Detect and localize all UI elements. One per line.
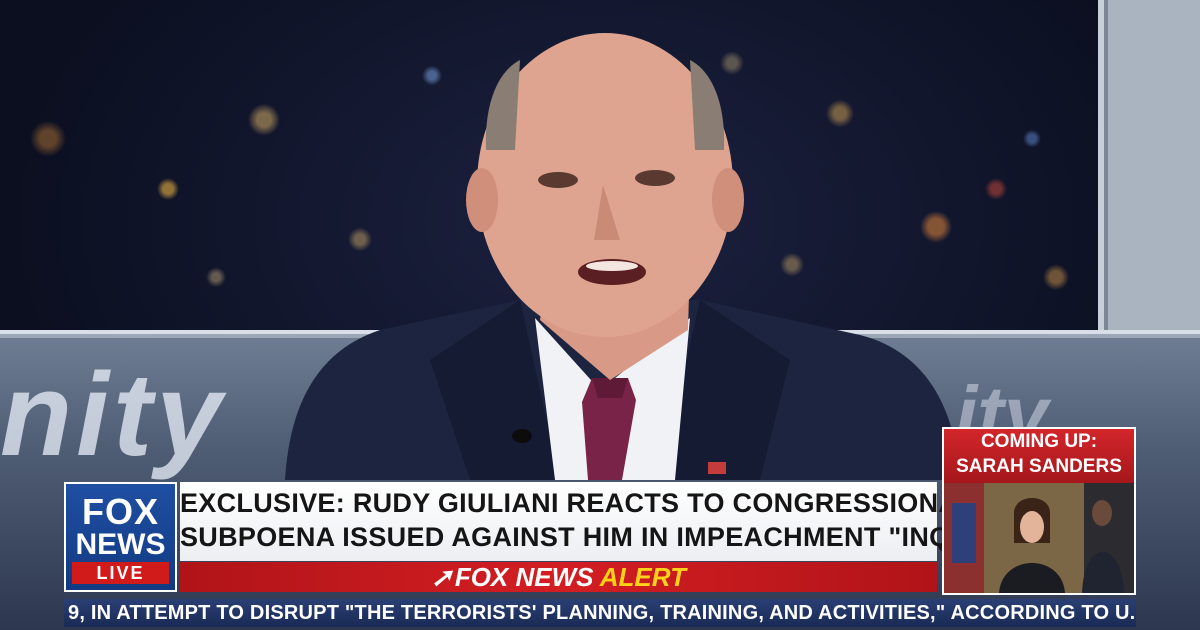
logo-live-badge: LIVE: [72, 562, 169, 584]
coming-up-label: COMING UP:: [980, 431, 1098, 452]
news-ticker: 9, IN ATTEMPT TO DISRUPT "THE TERRORISTS…: [64, 599, 1136, 627]
fox-news-alert-bar: ➚FOX NEWS ALERT: [180, 562, 937, 592]
alert-brand-text: FOX NEWS: [454, 562, 594, 592]
lower-third: FOX NEWS LIVE EXCLUSIVE: RUDY GIULIANI R…: [64, 482, 1029, 592]
logo-news-text: NEWS: [75, 528, 166, 561]
headline-line-2: SUBPOENA ISSUED AGAINST HIM IN IMPEACHME…: [180, 522, 1029, 552]
headline-box: EXCLUSIVE: RUDY GIULIANI REACTS TO CONGR…: [180, 482, 1029, 561]
coming-up-box: COMING UP: SARAH SANDERS: [942, 427, 1136, 595]
fox-news-live-logo: FOX NEWS LIVE: [64, 482, 177, 592]
headline-line-1: EXCLUSIVE: RUDY GIULIANI REACTS TO CONGR…: [180, 488, 975, 518]
logo-fox-text: FOX: [81, 491, 159, 532]
coming-up-title: COMING UP: SARAH SANDERS: [944, 429, 1134, 483]
fox-swoosh-icon: ➚: [431, 562, 453, 592]
coming-up-guest-name: SARAH SANDERS: [956, 456, 1122, 477]
alert-word-text: ALERT: [599, 562, 686, 592]
coming-up-preview-photo: [944, 483, 1134, 593]
